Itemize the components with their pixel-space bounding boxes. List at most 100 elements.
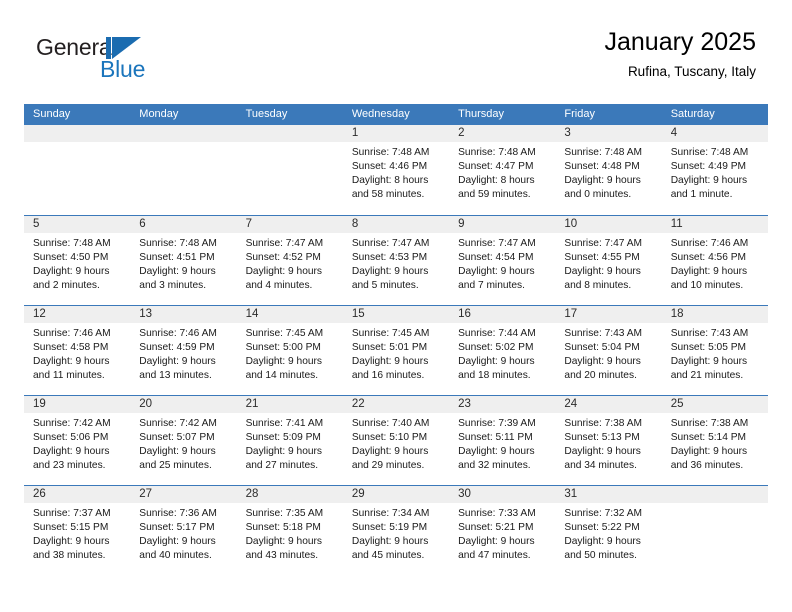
calendar-day-cell-31[interactable]: 31 Sunrise: 7:32 AM Sunset: 5:22 PM Dayl… [555, 486, 662, 575]
calendar-day-cell-6[interactable]: 6 Sunrise: 7:48 AM Sunset: 4:51 PM Dayli… [130, 216, 237, 305]
daylight-line-1: Daylight: 9 hours [351, 266, 429, 277]
calendar-day-cell-14[interactable]: 14 Sunrise: 7:45 AM Sunset: 5:00 PM Dayl… [236, 306, 343, 395]
calendar-day-cell-26[interactable]: 26 Sunrise: 7:37 AM Sunset: 5:15 PM Dayl… [24, 486, 131, 575]
calendar-day-cell-13[interactable]: 13 Sunrise: 7:46 AM Sunset: 4:59 PM Dayl… [130, 306, 237, 395]
sunset-line: Sunset: 5:13 PM [564, 432, 640, 443]
weekday-header-sunday: Sunday [33, 108, 71, 120]
day-number: 27 [130, 486, 237, 503]
calendar-day-cell-12[interactable]: 12 Sunrise: 7:46 AM Sunset: 4:58 PM Dayl… [24, 306, 131, 395]
calendar-week-row-5: 26 Sunrise: 7:37 AM Sunset: 5:15 PM Dayl… [24, 485, 768, 575]
calendar-day-cell-11[interactable]: 11 Sunrise: 7:46 AM Sunset: 4:56 PM Dayl… [661, 216, 768, 305]
calendar-day-cell-3[interactable]: 3 Sunrise: 7:48 AM Sunset: 4:48 PM Dayli… [555, 125, 662, 215]
daylight-line-1: Daylight: 9 hours [33, 356, 110, 367]
day-details: Sunrise: 7:44 AM Sunset: 5:02 PM Dayligh… [449, 323, 555, 383]
calendar-day-cell-21[interactable]: 21 Sunrise: 7:41 AM Sunset: 5:09 PM Dayl… [236, 396, 343, 485]
calendar-day-cell-20[interactable]: 20 Sunrise: 7:42 AM Sunset: 5:07 PM Dayl… [130, 396, 237, 485]
sunset-line: Sunset: 4:47 PM [458, 161, 534, 172]
calendar-day-cell-7[interactable]: 7 Sunrise: 7:47 AM Sunset: 4:52 PM Dayli… [236, 216, 343, 305]
sunset-line: Sunset: 5:02 PM [458, 342, 534, 353]
calendar-day-cell-5[interactable]: 5 Sunrise: 7:48 AM Sunset: 4:50 PM Dayli… [24, 216, 131, 305]
calendar-day-cell-17[interactable]: 17 Sunrise: 7:43 AM Sunset: 5:04 PM Dayl… [555, 306, 662, 395]
daylight-line-1: Daylight: 9 hours [564, 175, 641, 186]
sunset-line: Sunset: 5:00 PM [245, 342, 321, 353]
sunset-line: Sunset: 5:19 PM [351, 522, 428, 533]
daylight-line-2: and 23 minutes. [33, 460, 106, 471]
sunrise-line: Sunrise: 7:45 AM [245, 328, 324, 339]
calendar-day-cell-1[interactable]: 1 Sunrise: 7:48 AM Sunset: 4:46 PM Dayli… [342, 125, 450, 215]
calendar-day-cell-19[interactable]: 19 Sunrise: 7:42 AM Sunset: 5:06 PM Dayl… [24, 396, 131, 485]
sunrise-line: Sunrise: 7:43 AM [564, 328, 642, 339]
daylight-line-1: Daylight: 9 hours [670, 175, 748, 186]
sunset-line: Sunset: 5:22 PM [564, 522, 640, 533]
calendar-day-cell-22[interactable]: 22 Sunrise: 7:40 AM Sunset: 5:10 PM Dayl… [342, 396, 450, 485]
calendar-day-cell-16[interactable]: 16 Sunrise: 7:44 AM Sunset: 5:02 PM Dayl… [449, 306, 556, 395]
day-number: 17 [555, 306, 662, 323]
day-details: Sunrise: 7:48 AM Sunset: 4:46 PM Dayligh… [343, 142, 449, 202]
calendar-day-cell-8[interactable]: 8 Sunrise: 7:47 AM Sunset: 4:53 PM Dayli… [342, 216, 450, 305]
daylight-line-2: and 21 minutes. [670, 370, 744, 381]
calendar-day-cell-28[interactable]: 28 Sunrise: 7:35 AM Sunset: 5:18 PM Dayl… [236, 486, 343, 575]
daylight-line-1: Daylight: 9 hours [458, 356, 535, 367]
day-details: Sunrise: 7:46 AM Sunset: 4:59 PM Dayligh… [130, 323, 236, 383]
calendar-day-cell-15[interactable]: 15 Sunrise: 7:45 AM Sunset: 5:01 PM Dayl… [342, 306, 450, 395]
day-details: Sunrise: 7:47 AM Sunset: 4:53 PM Dayligh… [343, 233, 449, 293]
brand-logo[interactable]: General Blue [36, 34, 216, 90]
sunset-line: Sunset: 4:55 PM [564, 252, 640, 263]
day-details: Sunrise: 7:46 AM Sunset: 4:56 PM Dayligh… [662, 233, 768, 293]
calendar-day-cell-empty [661, 486, 768, 575]
day-number: 26 [24, 486, 131, 503]
calendar-day-cell-18[interactable]: 18 Sunrise: 7:43 AM Sunset: 5:05 PM Dayl… [661, 306, 768, 395]
daylight-line-1: Daylight: 9 hours [139, 266, 216, 277]
day-number: 13 [130, 306, 237, 323]
daylight-line-2: and 27 minutes. [245, 460, 319, 471]
day-number: 8 [342, 216, 450, 233]
daylight-line-2: and 20 minutes. [564, 370, 637, 381]
page-subtitle: Rufina, Tuscany, Italy [627, 64, 756, 79]
sunset-line: Sunset: 4:54 PM [458, 252, 534, 263]
calendar-day-cell-23[interactable]: 23 Sunrise: 7:39 AM Sunset: 5:11 PM Dayl… [449, 396, 556, 485]
daylight-line-2: and 40 minutes. [139, 550, 212, 561]
day-number: 1 [342, 125, 450, 142]
brand-name-blue: Blue [100, 56, 146, 82]
sunset-line: Sunset: 4:52 PM [245, 252, 321, 263]
daylight-line-2: and 43 minutes. [245, 550, 319, 561]
calendar-day-cell-10[interactable]: 10 Sunrise: 7:47 AM Sunset: 4:55 PM Dayl… [555, 216, 662, 305]
calendar-day-cell-29[interactable]: 29 Sunrise: 7:34 AM Sunset: 5:19 PM Dayl… [342, 486, 450, 575]
daylight-line-1: Daylight: 8 hours [458, 175, 535, 186]
day-number: 18 [661, 306, 768, 323]
weekday-header-wednesday: Wednesday [351, 108, 410, 120]
daylight-line-2: and 5 minutes. [351, 280, 419, 291]
calendar-day-cell-27[interactable]: 27 Sunrise: 7:36 AM Sunset: 5:17 PM Dayl… [130, 486, 237, 575]
sunset-line: Sunset: 5:07 PM [139, 432, 215, 443]
weekday-header-monday: Monday [139, 108, 179, 120]
daylight-line-1: Daylight: 9 hours [351, 356, 429, 367]
sunrise-line: Sunrise: 7:44 AM [458, 328, 536, 339]
daylight-line-1: Daylight: 9 hours [564, 536, 641, 547]
calendar-day-cell-4[interactable]: 4 Sunrise: 7:48 AM Sunset: 4:49 PM Dayli… [661, 125, 768, 215]
calendar-day-cell-30[interactable]: 30 Sunrise: 7:33 AM Sunset: 5:21 PM Dayl… [449, 486, 556, 575]
daylight-line-1: Daylight: 9 hours [33, 266, 110, 277]
sunset-line: Sunset: 5:09 PM [245, 432, 321, 443]
daylight-line-2: and 50 minutes. [564, 550, 637, 561]
daylight-line-2: and 4 minutes. [245, 280, 313, 291]
sunrise-line: Sunrise: 7:32 AM [564, 508, 642, 519]
day-details: Sunrise: 7:42 AM Sunset: 5:06 PM Dayligh… [24, 413, 130, 473]
sunrise-line: Sunrise: 7:48 AM [33, 238, 111, 249]
day-details: Sunrise: 7:34 AM Sunset: 5:19 PM Dayligh… [343, 503, 449, 563]
day-number: 11 [661, 216, 768, 233]
daylight-line-2: and 47 minutes. [458, 550, 531, 561]
calendar-day-cell-9[interactable]: 9 Sunrise: 7:47 AM Sunset: 4:54 PM Dayli… [449, 216, 556, 305]
calendar-day-cell-25[interactable]: 25 Sunrise: 7:38 AM Sunset: 5:14 PM Dayl… [661, 396, 768, 485]
day-details: Sunrise: 7:37 AM Sunset: 5:15 PM Dayligh… [24, 503, 130, 563]
sunrise-line: Sunrise: 7:46 AM [139, 328, 217, 339]
day-number: 23 [449, 396, 556, 413]
sunrise-line: Sunrise: 7:35 AM [245, 508, 324, 519]
day-number [24, 125, 131, 142]
sunrise-line: Sunrise: 7:40 AM [351, 418, 430, 429]
sunrise-line: Sunrise: 7:37 AM [33, 508, 111, 519]
calendar-day-cell-24[interactable]: 24 Sunrise: 7:38 AM Sunset: 5:13 PM Dayl… [555, 396, 662, 485]
day-details: Sunrise: 7:32 AM Sunset: 5:22 PM Dayligh… [555, 503, 661, 563]
day-number: 29 [342, 486, 450, 503]
calendar-day-cell-2[interactable]: 2 Sunrise: 7:48 AM Sunset: 4:47 PM Dayli… [449, 125, 556, 215]
day-details: Sunrise: 7:35 AM Sunset: 5:18 PM Dayligh… [237, 503, 343, 563]
